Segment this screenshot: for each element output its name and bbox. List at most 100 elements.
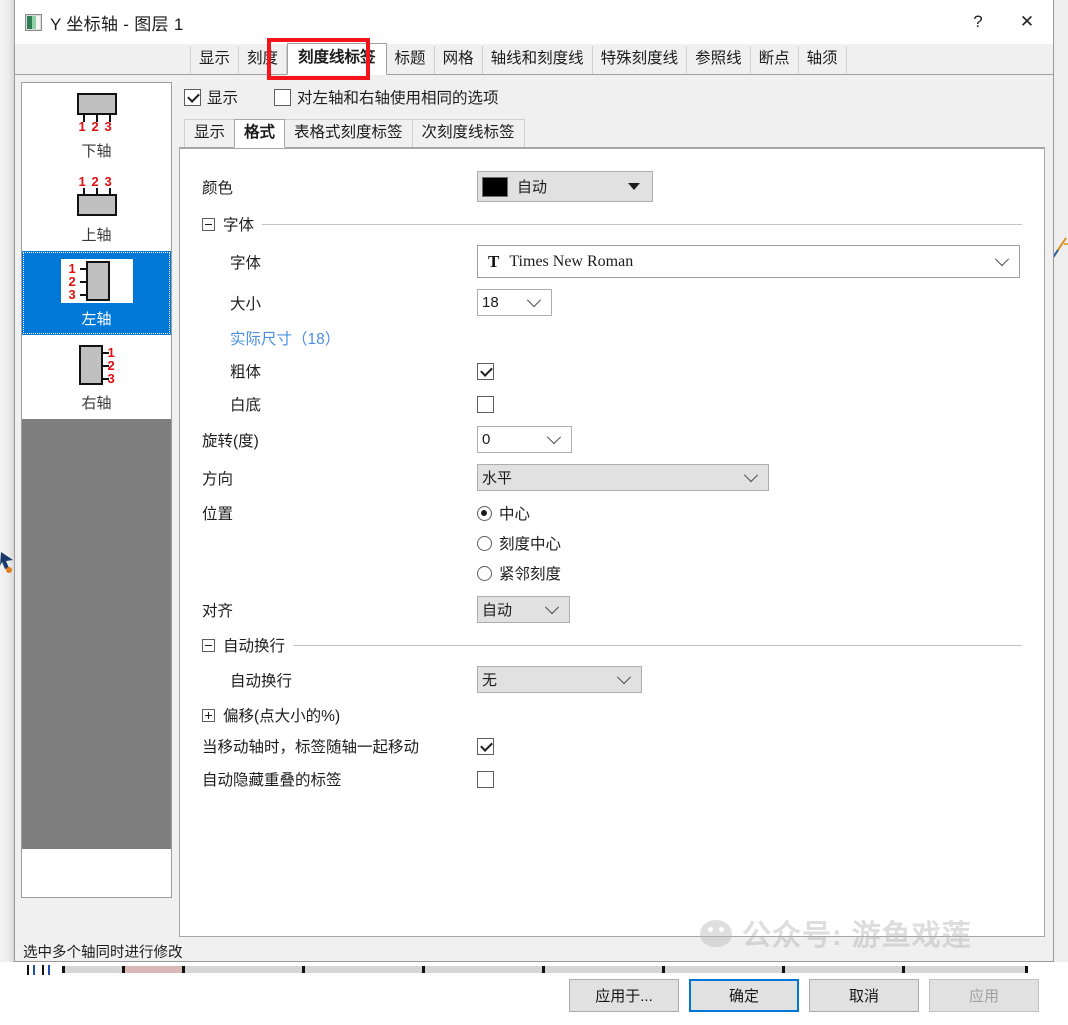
position-option-tick-center[interactable]: 刻度中心	[477, 532, 561, 554]
tab-reference-lines[interactable]: 参照线	[687, 46, 751, 74]
left-axis-icon: 1 2 3	[61, 259, 133, 303]
chevron-down-icon	[617, 670, 631, 684]
dialog-footer: 应用于... 确定 取消 应用	[15, 965, 1053, 1025]
radio-icon	[477, 566, 492, 581]
font-value: Times New Roman	[509, 253, 633, 271]
inner-tab-table-labels[interactable]: 表格式刻度标签	[284, 119, 413, 147]
tab-breaks[interactable]: 断点	[751, 46, 799, 74]
same-options-checkbox[interactable]	[274, 89, 291, 106]
auto-hide-overlap-checkbox[interactable]	[477, 771, 494, 788]
dialog-title: Y 坐标轴 - 图层 1	[50, 10, 184, 35]
font-label: 字体	[202, 251, 477, 273]
radio-icon	[477, 536, 492, 551]
show-checkbox[interactable]	[184, 89, 201, 106]
tab-axis-line-ticks[interactable]: 轴线和刻度线	[483, 46, 593, 74]
color-dropdown[interactable]: 自动	[477, 171, 653, 202]
chevron-down-icon	[527, 293, 541, 307]
tab-special-ticks[interactable]: 特殊刻度线	[593, 46, 688, 74]
dialog-titlebar: Y 坐标轴 - 图层 1 ? ✕	[15, 0, 1053, 44]
position-label: 位置	[202, 502, 477, 524]
rotation-label: 旋转(度)	[202, 429, 477, 451]
align-dropdown[interactable]: 自动	[477, 596, 570, 623]
direction-value: 水平	[482, 467, 512, 488]
axis-item-bottom[interactable]: 1 2 3 下轴	[22, 83, 171, 167]
axis-item-right[interactable]: 1 2 3 右轴	[22, 335, 171, 419]
format-form: 颜色 自动 字体 字体 T Ti	[179, 148, 1045, 937]
apply-button: 应用	[929, 979, 1039, 1012]
move-with-axis-row: 当移动轴时，标签随轴一起移动	[202, 735, 1022, 757]
axis-item-label: 上轴	[81, 224, 111, 245]
position-option-label: 刻度中心	[499, 532, 561, 554]
axis-selector-list[interactable]: 1 2 3 下轴 1 2 3 上轴	[21, 82, 172, 898]
tab-axis-whiskers[interactable]: 轴须	[799, 46, 847, 74]
axis-list-empty-area	[22, 419, 171, 849]
auto-hide-overlap-row: 自动隐藏重叠的标签	[202, 768, 1022, 790]
align-label: 对齐	[202, 599, 477, 621]
position-option-center[interactable]: 中心	[477, 502, 561, 524]
cancel-button[interactable]: 取消	[809, 979, 919, 1012]
font-group-label: 字体	[223, 213, 254, 235]
inner-tab-minor-labels[interactable]: 次刻度线标签	[412, 119, 525, 147]
actual-size-link[interactable]: 实际尺寸（18）	[202, 327, 1022, 349]
dialog-body: 1 2 3 下轴 1 2 3 上轴	[15, 75, 1053, 937]
tab-scale[interactable]: 刻度	[239, 46, 287, 74]
color-swatch	[482, 177, 508, 197]
color-row: 颜色 自动	[202, 171, 1022, 202]
top-options-row: 显示 对左轴和右轴使用相同的选项	[179, 82, 1045, 112]
white-bg-label: 白底	[202, 393, 477, 415]
axis-item-left[interactable]: 1 2 3 左轴	[22, 251, 171, 335]
inner-tab-strip: 显示 格式 表格式刻度标签 次刻度线标签	[179, 118, 1045, 148]
offset-group-label: 偏移(点大小的%)	[223, 704, 340, 726]
direction-dropdown[interactable]: 水平	[477, 464, 769, 491]
tab-tick-labels[interactable]: 刻度线标签	[287, 43, 387, 75]
axis-item-top[interactable]: 1 2 3 上轴	[22, 167, 171, 251]
offset-group-header: 偏移(点大小的%)	[202, 704, 1022, 726]
chevron-down-icon	[545, 600, 559, 614]
auto-hide-overlap-label: 自动隐藏重叠的标签	[202, 768, 477, 790]
inner-tab-display[interactable]: 显示	[184, 119, 235, 147]
chevron-down-icon	[547, 430, 561, 444]
background-right-inner	[1053, 0, 1068, 975]
wrap-row: 自动换行 无	[202, 666, 1022, 693]
move-with-axis-label: 当移动轴时，标签随轴一起移动	[202, 735, 477, 757]
size-dropdown[interactable]: 18	[477, 289, 552, 316]
ok-button[interactable]: 确定	[689, 979, 799, 1012]
rotation-value: 0	[482, 431, 490, 448]
bold-checkbox[interactable]	[477, 363, 494, 380]
axis-settings-dialog: Y 坐标轴 - 图层 1 ? ✕ 显示 刻度 刻度线标签 标题 网格 轴线和刻度…	[14, 0, 1054, 962]
rotation-row: 旋转(度) 0	[202, 426, 1022, 453]
inner-tab-format[interactable]: 格式	[234, 119, 285, 148]
position-option-next-to-tick[interactable]: 紧邻刻度	[477, 562, 561, 584]
position-row: 位置 中心 刻度中心 紧邻刻度	[202, 502, 1022, 584]
tab-grid[interactable]: 网格	[435, 46, 483, 74]
rotation-dropdown[interactable]: 0	[477, 426, 572, 453]
font-dropdown[interactable]: T Times New Roman	[477, 245, 1020, 278]
window-controls: ? ✕	[955, 0, 1053, 44]
chevron-down-icon	[995, 252, 1009, 266]
chevron-down-icon	[744, 468, 758, 482]
status-bar: 选中多个轴同时进行修改	[15, 937, 1053, 965]
direction-row: 方向 水平	[202, 464, 1022, 491]
color-value: 自动	[517, 176, 547, 197]
radio-icon	[477, 506, 492, 521]
white-bg-checkbox[interactable]	[477, 396, 494, 413]
position-option-label: 中心	[499, 502, 530, 524]
move-with-axis-checkbox[interactable]	[477, 738, 494, 755]
wrap-group-label: 自动换行	[223, 634, 285, 656]
position-radio-group: 中心 刻度中心 紧邻刻度	[477, 502, 561, 584]
apply-to-button[interactable]: 应用于...	[569, 979, 679, 1012]
wrap-label: 自动换行	[202, 669, 477, 691]
background-left-strip	[0, 0, 14, 975]
wrap-group-expander[interactable]	[202, 639, 215, 652]
settings-content-panel: 显示 对左轴和右轴使用相同的选项 显示 格式 表格式刻度标签 次刻度线标签 颜色…	[179, 82, 1045, 937]
wrap-dropdown[interactable]: 无	[477, 666, 642, 693]
help-button[interactable]: ?	[955, 0, 1001, 44]
same-options-checkbox-label: 对左轴和右轴使用相同的选项	[297, 86, 499, 108]
tab-display[interactable]: 显示	[190, 46, 239, 74]
close-button[interactable]: ✕	[1001, 0, 1053, 44]
offset-group-expander[interactable]	[202, 709, 215, 722]
tab-title[interactable]: 标题	[387, 46, 435, 74]
size-value: 18	[482, 294, 499, 311]
font-group-expander[interactable]	[202, 218, 215, 231]
size-label: 大小	[202, 292, 477, 314]
